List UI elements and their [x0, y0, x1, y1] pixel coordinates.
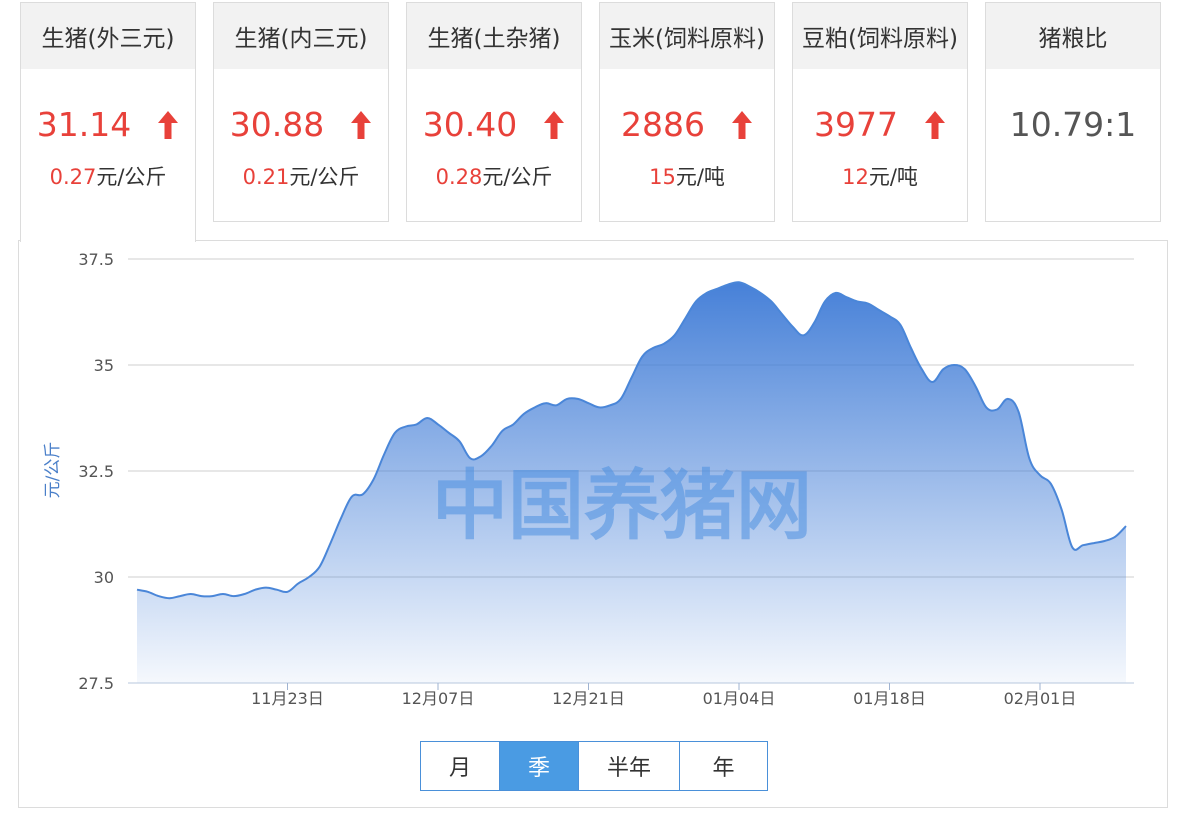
card-change-unit: 元/公斤 [289, 165, 360, 189]
chart-panel [18, 240, 1168, 808]
card-change-value: 0.27 [49, 165, 97, 189]
card-title: 生猪(内三元) [214, 3, 388, 69]
card-value-text: 30.40 [422, 105, 518, 144]
period-button-2[interactable]: 半年 [579, 742, 680, 790]
card-value: 3977 [793, 105, 967, 144]
card-value-text: 30.88 [229, 105, 325, 144]
card-value: 10.79:1 [986, 105, 1160, 144]
card-value-text: 3977 [814, 105, 898, 144]
card-title: 猪粮比 [986, 3, 1160, 69]
card-title: 生猪(外三元) [21, 3, 195, 69]
price-card-1[interactable]: 生猪(内三元) 30.88 0.21元/公斤 [213, 2, 389, 222]
period-selector: 月季半年年 [420, 741, 768, 791]
price-card-4[interactable]: 豆粕(饲料原料) 3977 12元/吨 [792, 2, 968, 222]
card-change-unit: 元/公斤 [96, 165, 167, 189]
card-change-unit: 元/公斤 [482, 165, 553, 189]
card-change-unit: 元/吨 [675, 165, 725, 189]
price-card-0[interactable]: 生猪(外三元) 31.14 0.27元/公斤 [20, 2, 196, 242]
card-change-value: 15 [649, 165, 676, 189]
card-value: 2886 [600, 105, 774, 144]
card-change: 0.21元/公斤 [214, 161, 388, 191]
price-card-5[interactable]: 猪粮比 10.79:1 [985, 2, 1161, 222]
card-title: 生猪(土杂猪) [407, 3, 581, 69]
card-change-value: 12 [842, 165, 869, 189]
card-value-text: 10.79:1 [1009, 105, 1137, 144]
up-arrow-icon [158, 110, 179, 139]
up-arrow-icon [731, 110, 752, 139]
card-change: 15元/吨 [600, 161, 774, 191]
up-arrow-icon [351, 110, 372, 139]
card-title: 豆粕(饲料原料) [793, 3, 967, 69]
card-value: 31.14 [21, 105, 195, 144]
up-arrow-icon [544, 110, 565, 139]
card-change-value: 0.21 [242, 165, 290, 189]
card-value-text: 2886 [621, 105, 705, 144]
card-change: 12元/吨 [793, 161, 967, 191]
period-button-3[interactable]: 年 [680, 742, 767, 790]
period-button-0[interactable]: 月 [421, 742, 500, 790]
card-title: 玉米(饲料原料) [600, 3, 774, 69]
up-arrow-icon [924, 110, 945, 139]
card-value: 30.40 [407, 105, 581, 144]
card-change: 0.27元/公斤 [21, 161, 195, 191]
card-change-unit: 元/吨 [868, 165, 918, 189]
price-card-2[interactable]: 生猪(土杂猪) 30.40 0.28元/公斤 [406, 2, 582, 222]
card-value: 30.88 [214, 105, 388, 144]
card-value-text: 31.14 [36, 105, 132, 144]
period-button-1[interactable]: 季 [500, 742, 579, 790]
card-change-value: 0.28 [435, 165, 483, 189]
price-card-3[interactable]: 玉米(饲料原料) 2886 15元/吨 [599, 2, 775, 222]
card-change: 0.28元/公斤 [407, 161, 581, 191]
